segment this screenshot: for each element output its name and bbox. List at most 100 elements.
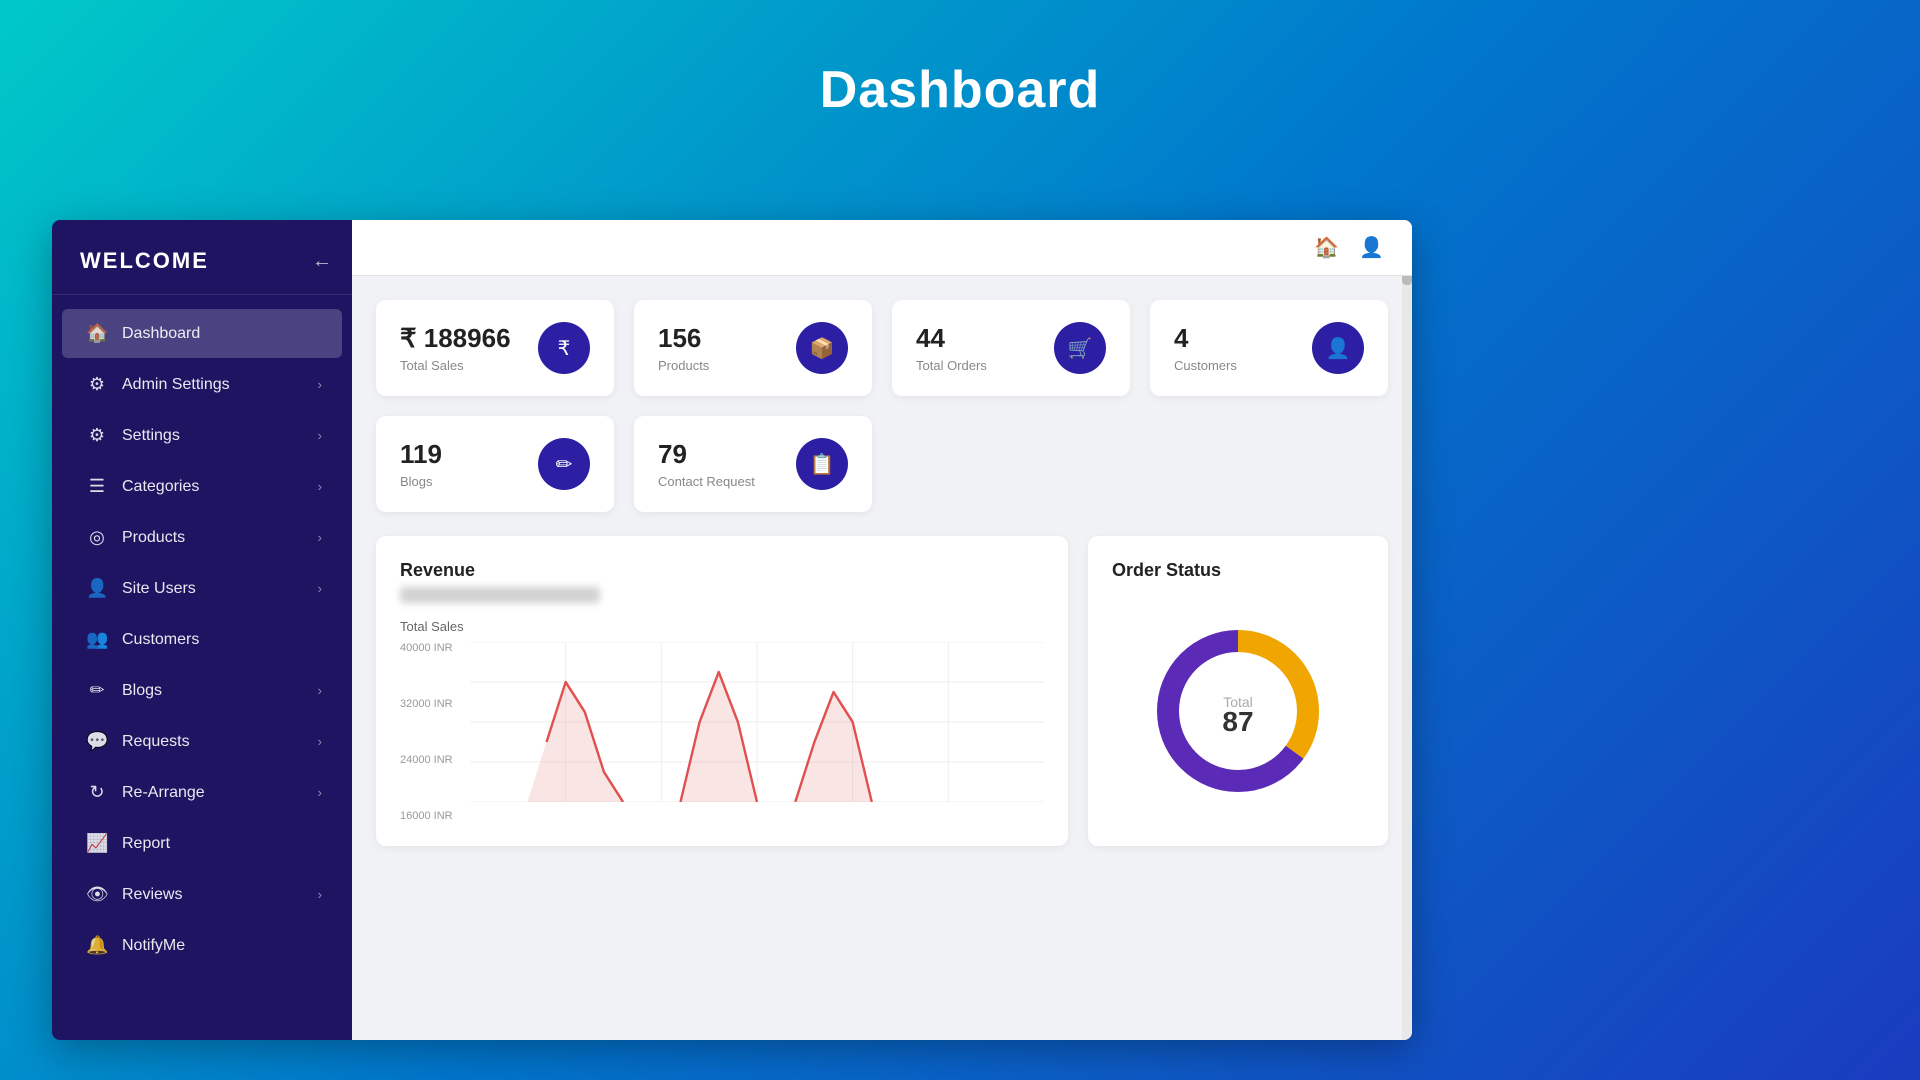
stat-cards-row-1: ₹ 188966 Total Sales ₹ 156 Products 📦 44… (376, 300, 1388, 396)
sidebar-item-report[interactable]: 📈 Report (62, 819, 342, 868)
stat-value-total-sales: ₹ 188966 (400, 323, 511, 354)
stat-icon-products: 📦 (796, 322, 848, 374)
sidebar-item-products[interactable]: ◎ Products › (62, 513, 342, 562)
nav-label-categories: Categories (122, 478, 199, 496)
nav-chevron-admin-settings: › (318, 377, 322, 392)
nav-label-blogs: Blogs (122, 682, 162, 700)
scrollbar-track[interactable] (1402, 220, 1412, 1040)
stat-cards-row-2: 119 Blogs ✏ 79 Contact Request 📋 (376, 416, 1388, 512)
stat-card-customers: 4 Customers 👤 (1150, 300, 1388, 396)
sidebar-header: WELCOME ← (52, 220, 352, 295)
stat-label2-contact-request: Contact Request (658, 474, 755, 489)
stat-icon-customers: 👤 (1312, 322, 1364, 374)
nav-chevron-settings: › (318, 428, 322, 443)
sidebar-item-re-arrange[interactable]: ↻ Re-Arrange › (62, 768, 342, 817)
sidebar-item-blogs[interactable]: ✏ Blogs › (62, 666, 342, 715)
nav-chevron-reviews: › (318, 887, 322, 902)
stat-value-customers: 4 (1174, 323, 1237, 354)
page-title: Dashboard (0, 0, 1920, 120)
revenue-card: Revenue Total Sales 40000 INR32000 INR24… (376, 536, 1068, 846)
stat-value2-blogs: 119 (400, 439, 442, 470)
stat-label-customers: Customers (1174, 358, 1237, 373)
stat-value2-contact-request: 79 (658, 439, 755, 470)
nav-icon-settings: ⚙ (86, 425, 108, 446)
nav-icon-dashboard: 🏠 (86, 323, 108, 344)
nav-label-site-users: Site Users (122, 580, 196, 598)
nav-label-notifyme: NotifyMe (122, 937, 185, 955)
sidebar-item-site-users[interactable]: 👤 Site Users › (62, 564, 342, 613)
nav-label-re-arrange: Re-Arrange (122, 784, 205, 802)
nav-item-left: 💬 Requests (86, 731, 190, 752)
nav-icon-customers: 👥 (86, 629, 108, 650)
sidebar-item-categories[interactable]: ☰ Categories › (62, 462, 342, 511)
nav-item-left: ⚙ Settings (86, 425, 180, 446)
home-icon[interactable]: 🏠 (1314, 235, 1339, 260)
stat-info-total-orders: 44 Total Orders (916, 323, 987, 373)
nav-icon-admin-settings: ⚙ (86, 374, 108, 395)
nav-item-left: 🏠 Dashboard (86, 323, 200, 344)
revenue-sub-label: Total Sales (400, 619, 1044, 634)
sidebar-item-admin-settings[interactable]: ⚙ Admin Settings › (62, 360, 342, 409)
sidebar-item-settings[interactable]: ⚙ Settings › (62, 411, 342, 460)
nav-chevron-blogs: › (318, 683, 322, 698)
stat-info-total-sales: ₹ 188966 Total Sales (400, 323, 511, 373)
nav-label-reviews: Reviews (122, 886, 182, 904)
chart-area (470, 642, 1044, 802)
sidebar-back-icon[interactable]: ← (312, 250, 332, 273)
nav-item-left: ☰ Categories (86, 476, 199, 497)
sidebar-nav: 🏠 Dashboard ⚙ Admin Settings › ⚙ Setting… (52, 295, 352, 984)
sidebar-item-notifyme[interactable]: 🔔 NotifyMe (62, 921, 342, 970)
nav-chevron-site-users: › (318, 581, 322, 596)
nav-label-products: Products (122, 529, 185, 547)
nav-icon-requests: 💬 (86, 731, 108, 752)
stat-card2-contact-request: 79 Contact Request 📋 (634, 416, 872, 512)
app-window: WELCOME ← 🏠 Dashboard ⚙ Admin Settings ›… (52, 220, 1412, 1040)
stat-value-total-orders: 44 (916, 323, 987, 354)
nav-item-left: ⚙ Admin Settings (86, 374, 230, 395)
stat-icon2-blogs: ✏ (538, 438, 590, 490)
stat-card-total-orders: 44 Total Orders 🛒 (892, 300, 1130, 396)
stat-info2-contact-request: 79 Contact Request (658, 439, 755, 489)
order-status-title: Order Status (1112, 560, 1364, 581)
sidebar-item-reviews[interactable]: 👁 Reviews › (62, 870, 342, 919)
nav-label-admin-settings: Admin Settings (122, 376, 230, 394)
donut-container: Total 87 (1112, 611, 1364, 811)
y-axis-label: 40000 INR (400, 642, 453, 654)
nav-label-report: Report (122, 835, 170, 853)
nav-item-left: 👁 Reviews (86, 884, 182, 905)
content-body: ₹ 188966 Total Sales ₹ 156 Products 📦 44… (352, 276, 1412, 870)
nav-icon-re-arrange: ↻ (86, 782, 108, 803)
nav-item-left: ↻ Re-Arrange (86, 782, 205, 803)
nav-item-left: 📈 Report (86, 833, 170, 854)
nav-chevron-requests: › (318, 734, 322, 749)
y-axis-labels: 40000 INR32000 INR24000 INR16000 INR (400, 642, 461, 822)
sidebar-item-dashboard[interactable]: 🏠 Dashboard (62, 309, 342, 358)
nav-item-left: ◎ Products (86, 527, 185, 548)
stat-label-products: Products (658, 358, 709, 373)
nav-label-dashboard: Dashboard (122, 325, 200, 343)
nav-chevron-products: › (318, 530, 322, 545)
nav-chevron-categories: › (318, 479, 322, 494)
y-axis-label: 16000 INR (400, 810, 453, 822)
stat-value-products: 156 (658, 323, 709, 354)
nav-item-left: 👥 Customers (86, 629, 199, 650)
sidebar-item-customers[interactable]: 👥 Customers (62, 615, 342, 664)
user-icon[interactable]: 👤 (1359, 235, 1384, 260)
stat-card-total-sales: ₹ 188966 Total Sales ₹ (376, 300, 614, 396)
nav-item-left: 👤 Site Users (86, 578, 196, 599)
svg-text:87: 87 (1222, 706, 1253, 737)
sidebar-item-requests[interactable]: 💬 Requests › (62, 717, 342, 766)
revenue-chart: 40000 INR32000 INR24000 INR16000 INR (400, 642, 1044, 822)
nav-item-left: ✏ Blogs (86, 680, 162, 701)
nav-icon-report: 📈 (86, 833, 108, 854)
stat-info2-blogs: 119 Blogs (400, 439, 442, 489)
nav-icon-reviews: 👁 (86, 884, 108, 905)
nav-icon-products: ◎ (86, 527, 108, 548)
nav-chevron-re-arrange: › (318, 785, 322, 800)
stat-card-products: 156 Products 📦 (634, 300, 872, 396)
nav-icon-site-users: 👤 (86, 578, 108, 599)
stat-icon2-contact-request: 📋 (796, 438, 848, 490)
donut-wrapper: Total 87 (1138, 611, 1338, 811)
stat-icon-total-orders: 🛒 (1054, 322, 1106, 374)
sidebar-brand: WELCOME (80, 248, 209, 274)
